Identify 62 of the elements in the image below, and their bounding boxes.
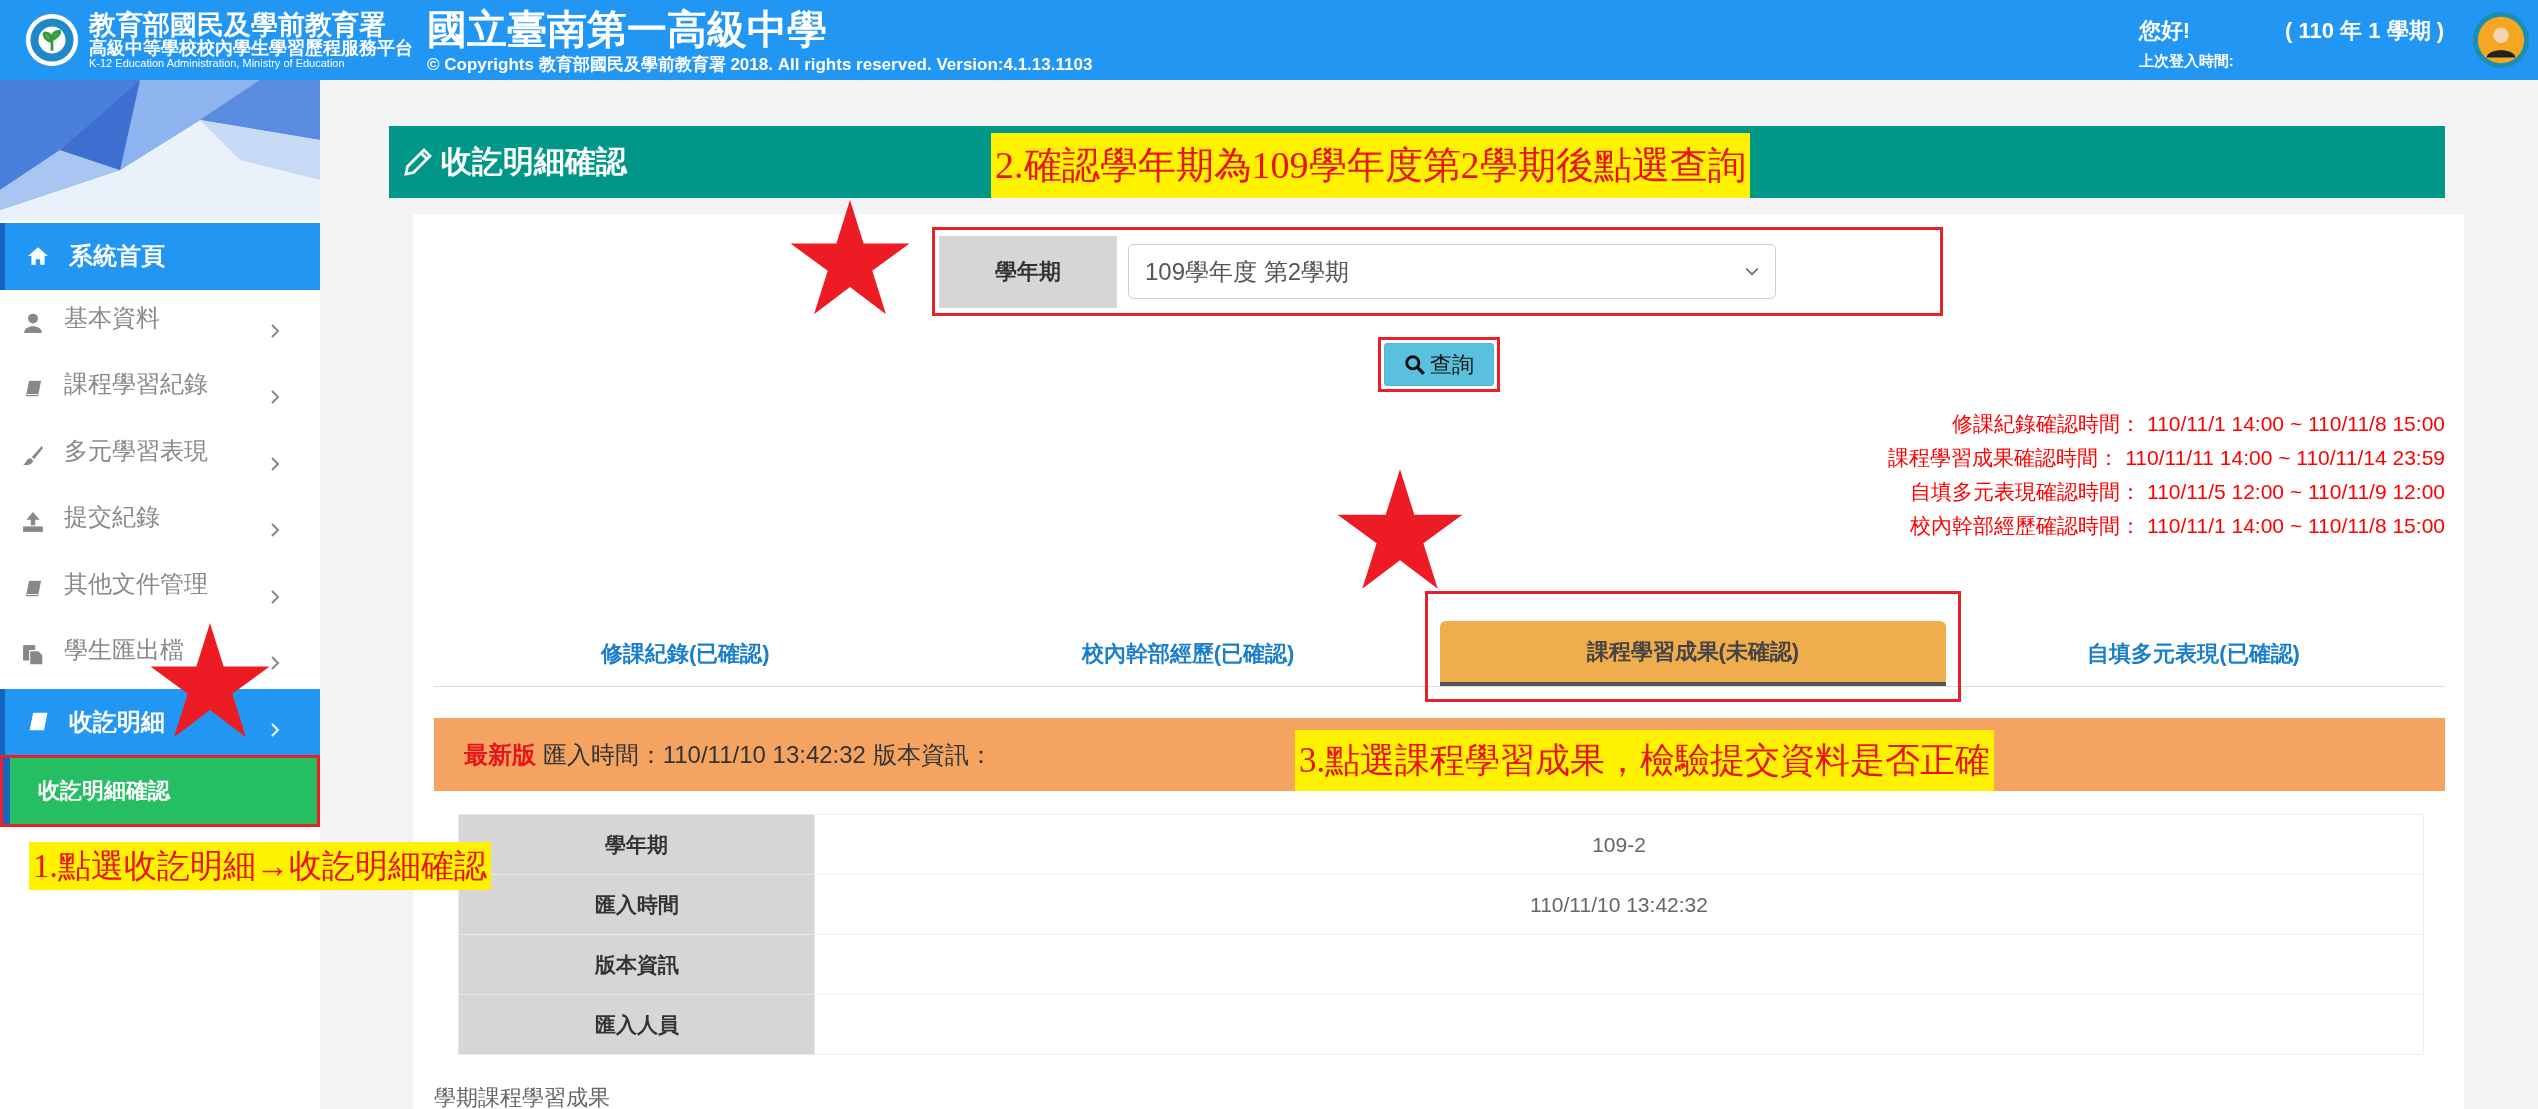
sidebar-item-label: 學生匯出檔 — [64, 635, 184, 666]
version-text: 最新版 匯入時間：110/11/10 13:42:32 版本資訊： — [464, 739, 993, 770]
sidebar-item-label: 課程學習紀錄 — [64, 369, 208, 400]
sidebar-item[interactable]: 基本資料 — [0, 289, 320, 356]
sidebar-item[interactable]: 提交紀錄 — [0, 489, 320, 556]
term-text: ( 110 年 1 學期 ) — [2285, 16, 2444, 45]
chevron-icon — [270, 721, 280, 738]
sidebar-item-label: 其他文件管理 — [64, 568, 208, 599]
sidebar-subitem[interactable]: 收訖明細確認 — [3, 758, 317, 824]
chevron-icon — [270, 588, 280, 605]
table-cell: 110/11/10 13:42:32 — [814, 874, 2424, 935]
home-icon — [27, 245, 49, 268]
greeting-text: 您好! — [2138, 16, 2191, 45]
chevron-down-icon — [1745, 266, 1759, 277]
sidebar-item-label: 系統首頁 — [69, 241, 165, 272]
tab[interactable]: 校內幹部經歷(已確認) — [936, 621, 1440, 686]
sidebar-item-label: 收訖明細 — [69, 706, 165, 737]
copyright-text: © Copyrights 教育部國民及學前教育署 2018. All rights reserved. Version:4.1.13.1103 — [427, 53, 1093, 76]
sidebar-item-label: 基本資料 — [64, 302, 160, 333]
schedule-text: 修課紀錄確認時間： 110/11/1 14:00 ~ 110/11/8 15:00 — [1952, 411, 2445, 437]
search-icon — [1404, 353, 1426, 376]
tab[interactable]: 課程學習成果(未確認) — [1439, 621, 1947, 686]
sidebar-item[interactable]: 課程學習紀錄 — [0, 356, 320, 423]
book-icon — [27, 710, 49, 733]
chevron-icon — [270, 322, 280, 339]
school-name: 國立臺南第一高級中學 — [427, 5, 828, 53]
sidebar-item-label: 多元學習表現 — [64, 435, 208, 466]
term-select[interactable]: 109學年度 第2學期 — [1128, 244, 1776, 299]
avatar-icon[interactable] — [2472, 11, 2530, 69]
tab[interactable]: 修課紀錄(已確認) — [434, 621, 937, 686]
pencil-icon — [403, 147, 433, 177]
upload-icon — [22, 511, 44, 534]
organization-english-name: K-12 Education Administration, Ministry of Education — [89, 57, 345, 70]
chevron-icon — [270, 455, 280, 472]
sidebar-item[interactable]: 系統首頁 — [0, 223, 320, 290]
page-title: 收訖明細確認 — [441, 143, 627, 181]
documents-icon — [22, 644, 44, 667]
sidebar-item[interactable]: 多元學習表現 — [0, 422, 320, 489]
section-title: 學期課程學習成果 — [434, 1084, 611, 1109]
schedule-text: 校內幹部經歷確認時間： 110/11/1 14:00 ~ 110/11/8 15:00 — [1910, 513, 2445, 539]
table-cell: 109-2 — [814, 814, 2424, 875]
sidebar-item[interactable]: 學生匯出檔 — [0, 622, 320, 689]
chevron-icon — [270, 522, 280, 539]
chevron-icon — [270, 655, 280, 672]
term-label: 學年期 — [939, 235, 1117, 308]
logo-icon — [25, 13, 79, 67]
organization-name: 教育部國民及學前教育署 — [89, 10, 386, 39]
table-header-cell: 匯入人員 — [458, 994, 815, 1055]
brush-icon — [22, 444, 44, 467]
table-header-cell: 版本資訊 — [458, 934, 815, 995]
sidebar-item-label: 提交紀錄 — [64, 502, 160, 533]
chevron-icon — [270, 389, 280, 406]
query-button[interactable]: 查詢 — [1384, 343, 1494, 386]
schedule-text: 課程學習成果確認時間： 110/11/11 14:00 ~ 110/11/14 23:59 — [1888, 445, 2445, 471]
sidebar-item[interactable]: 其他文件管理 — [0, 555, 320, 622]
annotation-label: 3.點選課程學習成果，檢驗提交資料是否正確 — [1295, 730, 1995, 791]
user-icon — [22, 311, 44, 334]
last-login-label: 上次登入時間: — [2138, 51, 2235, 71]
sidebar-item[interactable]: 收訖明細 — [0, 688, 320, 755]
schedule-text: 自填多元表現確認時間： 110/11/5 12:00 ~ 110/11/9 12:00 — [1910, 479, 2445, 505]
platform-name: 高級中等學校校內學生學習歷程服務平台 — [89, 38, 413, 58]
annotation-label: 2.確認學年期為109學年度第2學期後點選查詢 — [991, 133, 1750, 198]
